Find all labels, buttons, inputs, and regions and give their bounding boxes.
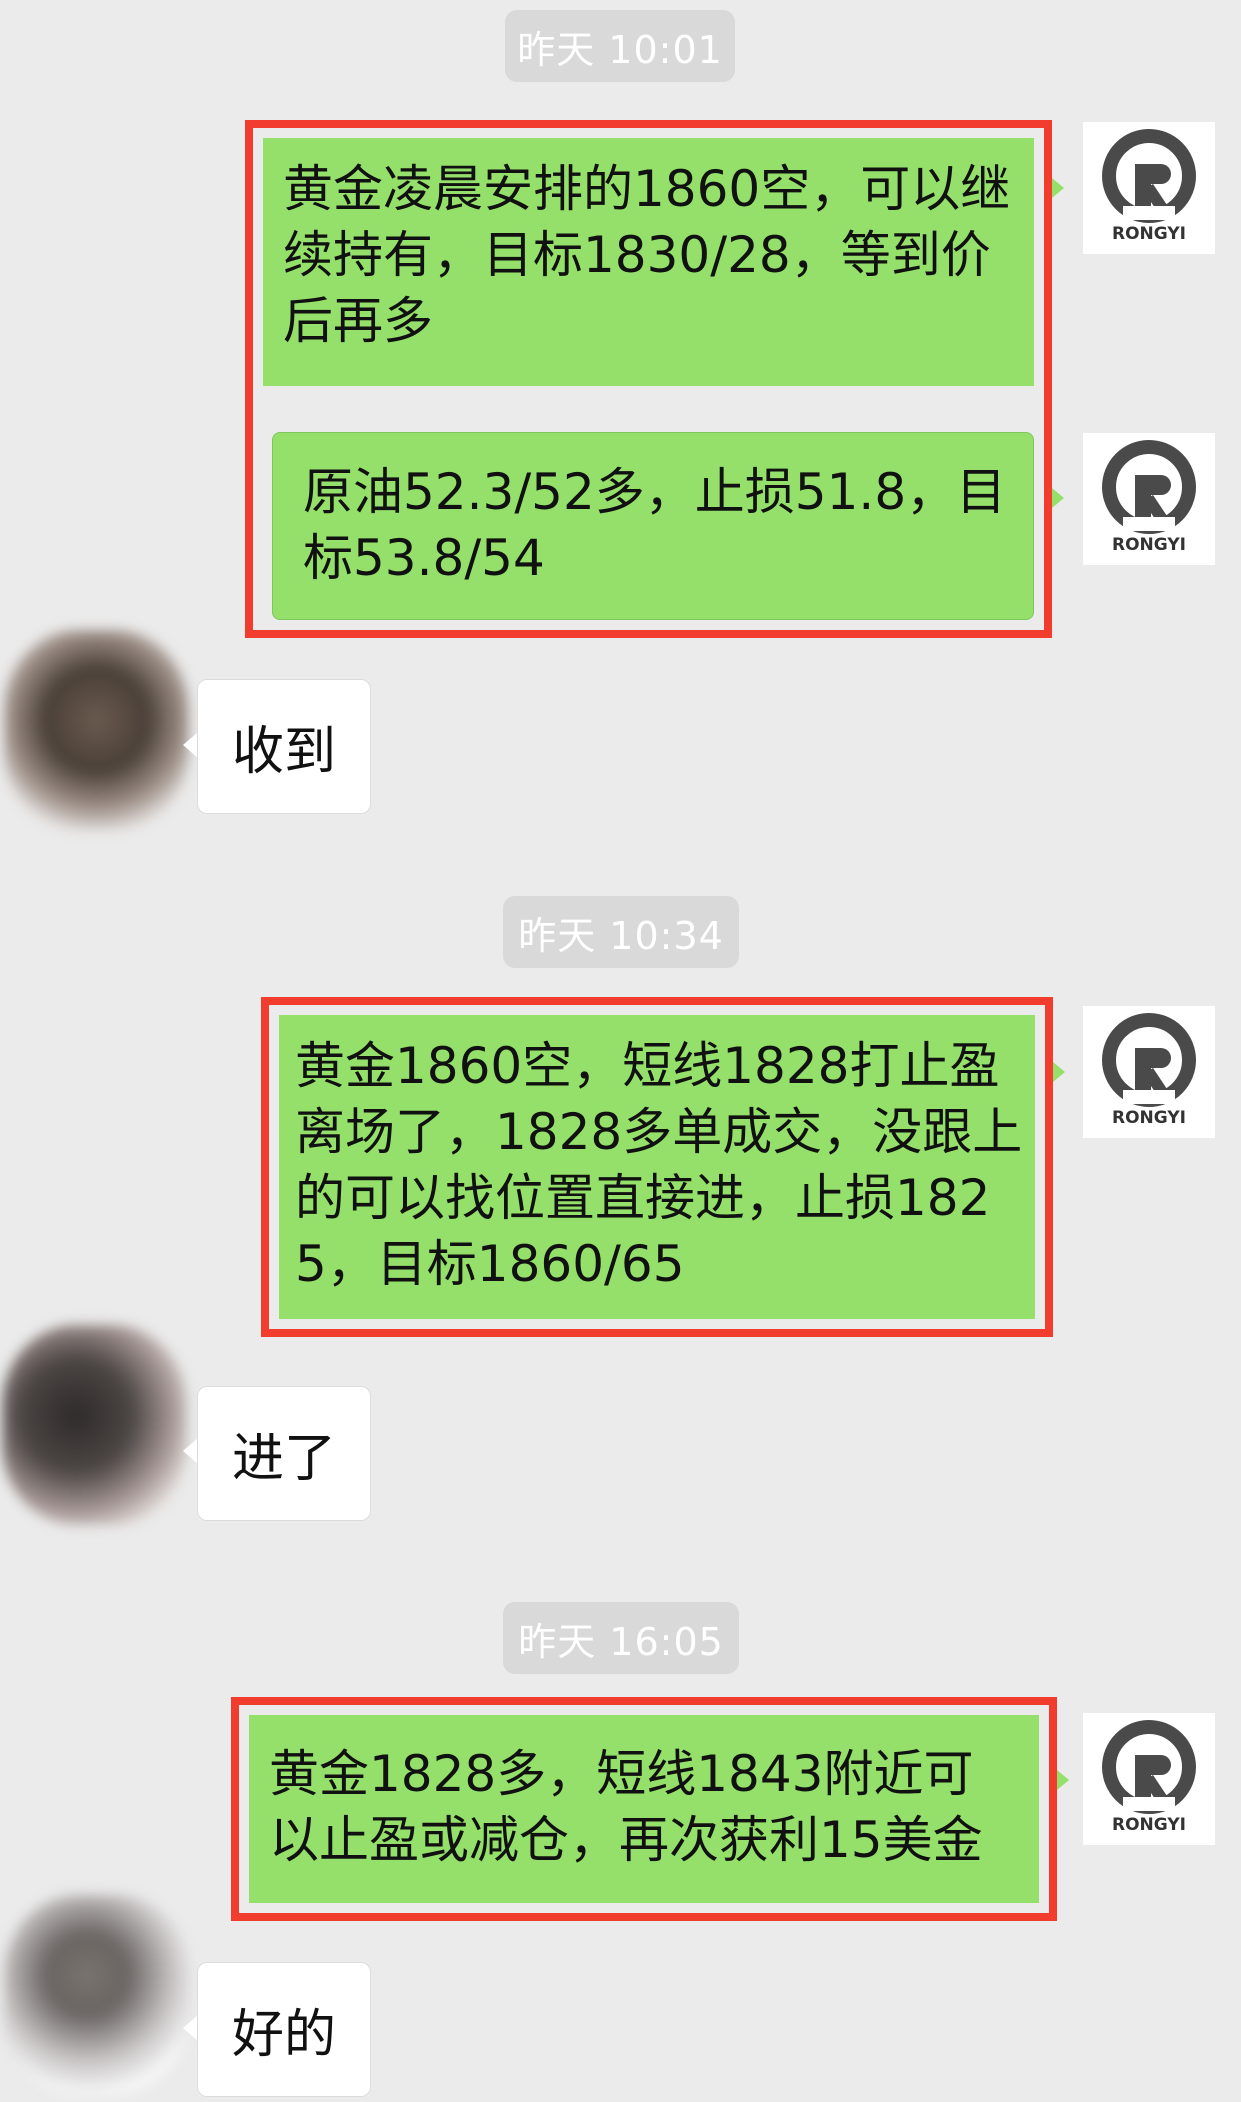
rongyi-logo-icon: RONGYI: [1102, 1013, 1196, 1128]
message-bubble-in[interactable]: 进了: [197, 1386, 371, 1521]
message-bubble-out[interactable]: 黄金1860空，短线1828打止盈离场了，1828多单成交，没跟上的可以找位置直…: [279, 1015, 1035, 1319]
bubble-tail: [1053, 1062, 1065, 1082]
bubble-tail: [183, 1438, 198, 1464]
svg-text:RONGYI: RONGYI: [1112, 1815, 1186, 1835]
sender-avatar[interactable]: RONGYI: [1083, 433, 1215, 565]
message-bubble-in[interactable]: 收到: [197, 679, 371, 814]
user-avatar[interactable]: [4, 630, 189, 830]
timestamp: 昨天 16:05: [503, 1602, 739, 1674]
sender-avatar[interactable]: RONGYI: [1083, 1006, 1215, 1138]
timestamp: 昨天 10:01: [505, 10, 735, 82]
bubble-tail: [1057, 1770, 1069, 1790]
user-avatar[interactable]: [4, 1895, 189, 2095]
sender-avatar[interactable]: RONGYI: [1083, 122, 1215, 254]
bubble-tail: [1052, 488, 1064, 508]
bubble-tail: [1052, 178, 1064, 198]
svg-text:RONGYI: RONGYI: [1112, 1108, 1186, 1128]
message-bubble-out[interactable]: 黄金1828多，短线1843附近可以止盈或减仓，再次获利15美金: [249, 1715, 1039, 1903]
rongyi-logo-icon: RONGYI: [1102, 129, 1196, 244]
message-bubble-out[interactable]: 原油52.3/52多，止损51.8，目标53.8/54: [272, 432, 1034, 620]
user-avatar[interactable]: [2, 1325, 187, 1525]
sender-avatar[interactable]: RONGYI: [1083, 1713, 1215, 1845]
rongyi-logo-icon: RONGYI: [1102, 1720, 1196, 1835]
message-bubble-in[interactable]: 好的: [197, 1962, 371, 2097]
svg-text:RONGYI: RONGYI: [1112, 535, 1186, 555]
bubble-tail: [183, 2015, 198, 2041]
message-bubble-out[interactable]: 黄金凌晨安排的1860空，可以继续持有，目标1830/28，等到价后再多: [263, 138, 1034, 386]
bubble-tail: [183, 732, 198, 758]
timestamp: 昨天 10:34: [503, 896, 739, 968]
svg-text:RONGYI: RONGYI: [1112, 224, 1186, 244]
rongyi-logo-icon: RONGYI: [1102, 440, 1196, 555]
